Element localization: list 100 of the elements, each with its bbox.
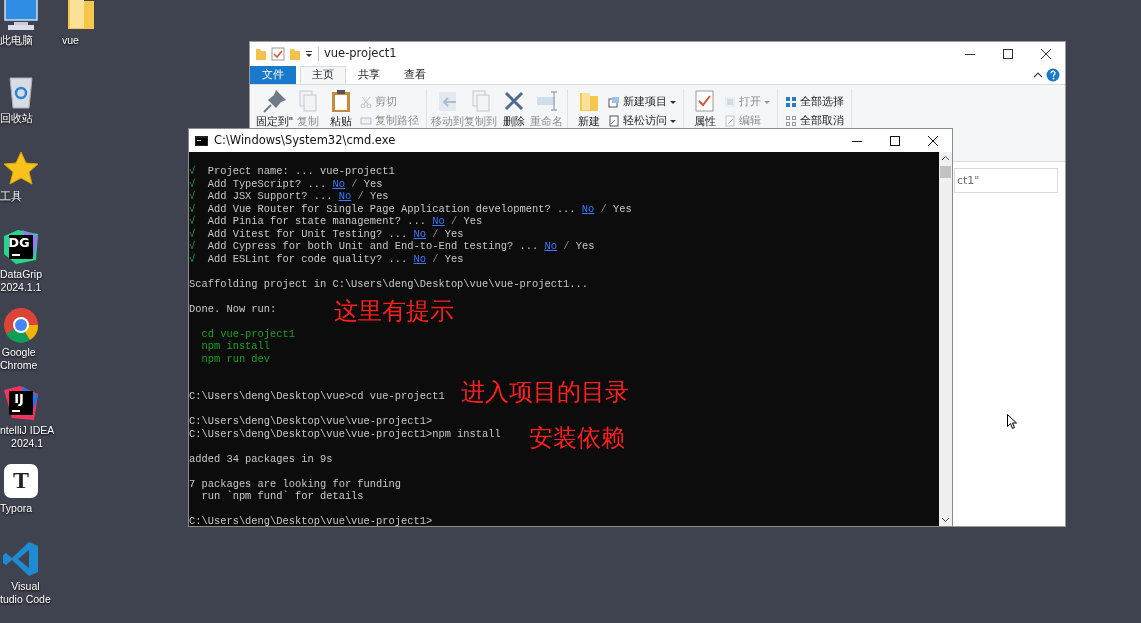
logo-letters: T [13, 467, 29, 494]
check-mark: √ [189, 215, 197, 228]
logo-letters: DG [8, 236, 30, 251]
answer-option: Yes [363, 177, 383, 190]
answer-option: Yes [444, 227, 464, 240]
desktop-icon-label[interactable]: 此电脑 [0, 34, 33, 47]
grid-outline-icon [785, 114, 797, 127]
answer-option: No [332, 177, 345, 190]
answer-option: No [338, 190, 352, 202]
annotation-text: 安装依赖 [529, 423, 625, 452]
answer-option: Yes [369, 190, 389, 202]
terminal-line: 7 packages are looking for funding [189, 477, 401, 490]
ribbon-tab[interactable]: 查看 [392, 66, 438, 84]
check-mark: √ [189, 202, 197, 215]
prompt-text: Add JSX Support? ... [207, 190, 334, 202]
check-mark: √ [189, 227, 197, 240]
option-separator: / [600, 202, 607, 215]
ribbon-button[interactable]: 粘贴 [325, 89, 356, 127]
annotation-text: 进入项目的目录 [461, 378, 629, 406]
desktop-icon-label[interactable]: vue [62, 34, 79, 47]
ribbon-button[interactable]: 属性 [689, 89, 720, 127]
grid-icon [785, 95, 797, 108]
properties-icon [692, 89, 717, 113]
desktop-icon-label[interactable]: ntelliJ IDEA 2024.1 [0, 424, 55, 450]
properties-icon[interactable] [271, 47, 285, 61]
maximize-icon[interactable] [1003, 49, 1013, 59]
app-logo-icon[interactable] [2, 384, 40, 422]
desktop-icon-label[interactable]: 工具 [0, 190, 22, 203]
answer-option: No [544, 240, 557, 252]
terminal-line: cd vue-project1 [200, 327, 295, 340]
open-icon [724, 95, 736, 108]
window-title: vue-project1 [324, 45, 397, 63]
ribbon-button[interactable]: 新建 [573, 89, 604, 127]
answer-option: No [432, 215, 445, 227]
dropdown-icon[interactable] [305, 50, 313, 58]
ribbon-button[interactable]: 轻松访问 [606, 112, 678, 129]
option-separator: / [357, 190, 364, 202]
search-field[interactable]: ct1" [954, 167, 1058, 193]
check-mark: √ [189, 240, 197, 253]
terminal-line: npm install [200, 340, 271, 352]
ribbon-button[interactable]: 全部选择 [783, 94, 846, 110]
desktop-icon-label[interactable]: DataGrip 2024.1.1 [0, 268, 42, 294]
check-mark: √ [189, 252, 197, 265]
ribbon-tab[interactable]: 主页 [300, 66, 346, 84]
path-icon [360, 114, 372, 127]
option-separator: / [563, 240, 570, 252]
terminal-line: C:\Users\deng\Desktop\vue\vue-project1> [189, 515, 433, 527]
prompt-text: Add Vitest for Unit Testing? ... [207, 227, 409, 240]
prompt-text: Project name: ... [207, 165, 315, 177]
terminal-line: added 34 packages in 9s [189, 452, 333, 465]
answer-option: No [413, 227, 426, 240]
rename-icon [534, 89, 559, 113]
check-mark: √ [189, 165, 197, 178]
star-icon[interactable] [2, 150, 40, 188]
terminal-line: run `npm fund` for details [200, 490, 364, 502]
prompt-text: Add ESLint for code quality? ... [207, 252, 409, 265]
new-item-icon [608, 95, 620, 108]
ribbon-tab[interactable]: 共享 [346, 66, 392, 84]
maximize-icon[interactable] [890, 135, 900, 146]
answer-text: vue-project1 [319, 165, 395, 177]
window-title: C:\Windows\System32\cmd.exe [214, 131, 396, 149]
prompt-text: Add Pinia for state management? ... [207, 215, 427, 227]
check-mark: √ [189, 177, 197, 190]
option-separator: / [450, 215, 458, 227]
option-separator: / [432, 252, 439, 265]
scrollbar-thumb[interactable] [940, 166, 951, 178]
annotation-text: 这里有提示 [334, 296, 454, 325]
close-icon[interactable] [1041, 49, 1051, 59]
help-icon[interactable] [1045, 66, 1061, 84]
desktop-icon-label[interactable]: Google Chrome [0, 346, 38, 372]
desktop-icon-label[interactable]: 回收站 [0, 112, 33, 125]
pin-icon [262, 89, 287, 113]
check-mark: √ [189, 190, 197, 203]
mouse-cursor-icon [1007, 414, 1017, 429]
desktop-icon-label[interactable]: Typora [0, 502, 33, 515]
edit-icon [724, 114, 736, 127]
answer-option: No [581, 202, 595, 215]
computer-icon[interactable] [2, 0, 40, 32]
scissors-icon [360, 95, 372, 108]
terminal-line: C:\Users\deng\Desktop\vue\vue-project1> [189, 415, 433, 427]
terminal-line: C:\Users\deng\Desktop\vue>cd vue-project1 [189, 390, 445, 402]
app-logo-icon[interactable] [2, 228, 40, 266]
terminal-line: npm run dev [200, 352, 271, 365]
ribbon-button[interactable]: 新建项目 [606, 94, 678, 110]
prompt-text: Add Cypress for both Unit and End-to-End testing? ... [207, 240, 540, 252]
option-separator: / [351, 177, 358, 190]
close-icon[interactable] [928, 135, 938, 146]
app-logo-icon[interactable] [2, 462, 40, 500]
code-editor-icon[interactable] [2, 540, 40, 578]
answer-option: Yes [575, 240, 595, 252]
circle-logo-icon[interactable] [2, 306, 40, 344]
ribbon-button[interactable]: 全部取消 [783, 112, 846, 129]
desktop-icon-label[interactable]: Visual tudio Code [0, 580, 51, 606]
answer-option: Yes [444, 252, 464, 265]
logo-letters: IJ [14, 392, 24, 407]
terminal-line: Done. Now run: [189, 302, 277, 315]
terminal-line: Scaffolding project in C:\Users\deng\Desktop\vue\vue-project1... [189, 277, 589, 290]
prompt-text: Add TypeScript? ... [207, 177, 328, 190]
ribbon-button[interactable]: 删除 [498, 89, 529, 127]
file-menu-tab[interactable]: 文件 [250, 66, 296, 84]
